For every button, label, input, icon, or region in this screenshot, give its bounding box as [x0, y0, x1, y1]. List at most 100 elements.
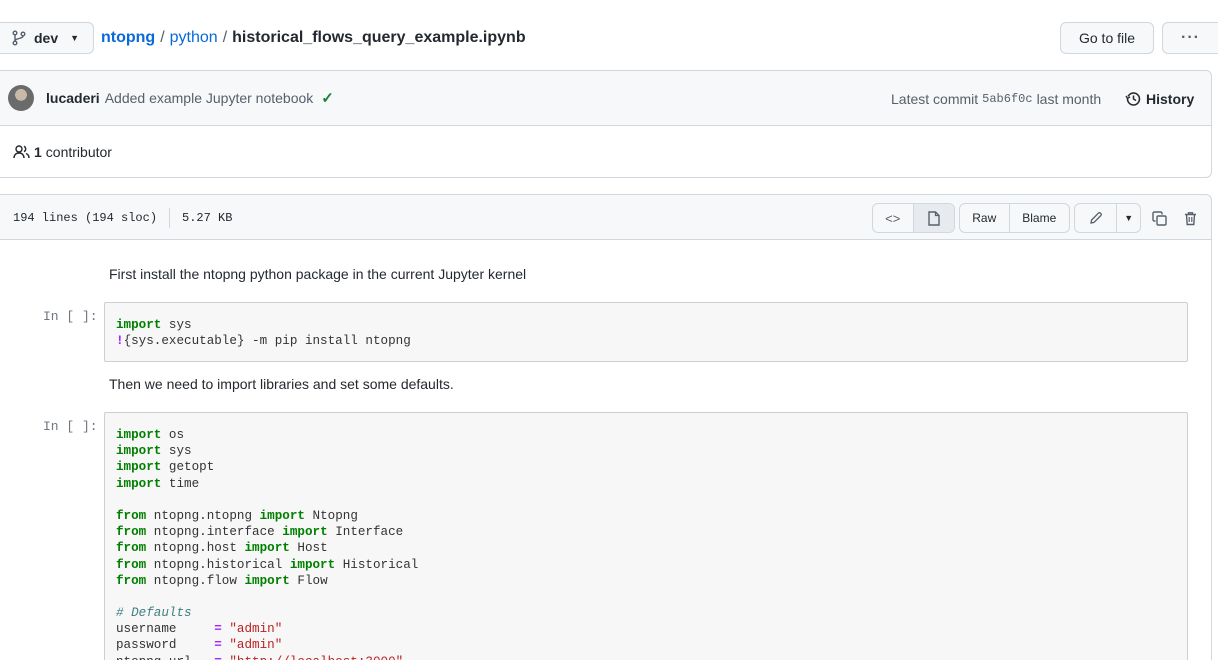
contributors-row[interactable]: 1 contributor: [0, 126, 1211, 178]
code-icon: <>: [885, 210, 901, 226]
code-line: username = "admin": [116, 621, 1176, 637]
people-icon: [13, 145, 30, 159]
breadcrumb-file-name: historical_flows_query_example.ipynb: [232, 29, 526, 46]
code-token: Interface: [327, 525, 404, 540]
code-token: import: [116, 428, 162, 442]
code-token: from: [116, 573, 147, 588]
code-token: =: [214, 655, 222, 660]
code-token: ntopng.historical: [146, 557, 290, 572]
code-token: "admin": [229, 622, 283, 637]
go-to-file-button[interactable]: Go to file: [1060, 22, 1154, 54]
code-token: username: [116, 622, 215, 637]
raw-blame-group: Raw Blame: [959, 203, 1070, 233]
file-navigation: dev ▼ ntopng / python / historical_flows…: [0, 22, 1218, 54]
code-token: import: [116, 318, 162, 332]
file-info: 194 lines (194 sloc) 5.27 KB: [13, 195, 232, 241]
commit-time: last month: [1036, 90, 1102, 107]
copy-icon: [1151, 210, 1167, 226]
notebook-body: First install the ntopng python package …: [0, 240, 1212, 660]
code-line: password = "admin": [116, 637, 1176, 653]
code-line: !{sys.executable} -m pip install ntopng: [116, 333, 1176, 349]
code-token: ntopng.flow: [146, 573, 245, 588]
avatar[interactable]: [8, 85, 34, 111]
history-icon: [1125, 91, 1141, 106]
code-token: Historical: [335, 557, 419, 572]
pencil-icon: [1089, 212, 1102, 224]
code-token: ntopng.ntopng: [146, 508, 260, 523]
commit-message-link[interactable]: Added example Jupyter notebook: [105, 90, 314, 106]
chevron-down-icon: ▼: [1124, 213, 1134, 223]
more-options-button[interactable]: ···: [1162, 22, 1218, 54]
code-token: ntopng.host: [146, 541, 245, 556]
code-line: from ntopng.host import Host: [116, 540, 1176, 556]
code-line: from ntopng.interface import Interface: [116, 524, 1176, 540]
code-token: sys: [161, 444, 192, 459]
history-label: History: [1146, 90, 1195, 107]
file-size: 5.27 KB: [182, 211, 233, 225]
raw-button[interactable]: Raw: [960, 204, 1010, 232]
view-toggle-group: <>: [872, 203, 955, 233]
markdown-cell: Then we need to import libraries and set…: [109, 376, 454, 392]
code-token: from: [116, 557, 147, 572]
file-icon: [928, 210, 940, 226]
code-line: import time: [116, 476, 1176, 492]
code-line: from ntopng.ntopng import Ntopng: [116, 508, 1176, 524]
code-cell: import os import sys import getopt import t…: [104, 412, 1188, 660]
file-line-count: 194 lines (194 sloc): [13, 211, 158, 225]
code-token: "http://localhost:3000": [229, 655, 403, 660]
branch-name: dev: [34, 30, 59, 46]
code-token: import: [259, 508, 305, 523]
code-token: =: [214, 638, 222, 653]
file-header: 194 lines (194 sloc) 5.27 KB <> Raw Blam…: [0, 194, 1212, 240]
code-token: import: [289, 557, 336, 572]
code-cell: import sys !{sys.executable} -m pip insta…: [104, 302, 1188, 362]
check-icon[interactable]: ✓: [321, 89, 334, 107]
code-token: {sys.executable} -m pip install ntopng: [123, 334, 411, 349]
breadcrumb-separator: /: [160, 29, 165, 46]
code-line: ntopng_url = "http://localhost:3000": [116, 654, 1176, 660]
chevron-down-icon: ▼: [70, 33, 80, 43]
display-rendered-button[interactable]: [913, 204, 954, 232]
breadcrumb-folder-link[interactable]: python: [170, 29, 218, 47]
commit-sha-link[interactable]: 5ab6f0c: [982, 92, 1032, 106]
edit-file-button[interactable]: [1075, 204, 1118, 232]
latest-commit-row: lucaderi Added example Jupyter notebook …: [0, 71, 1211, 126]
commit-author-link[interactable]: lucaderi: [46, 90, 100, 106]
code-token: from: [116, 541, 147, 556]
code-token: from: [116, 508, 147, 523]
code-token: from: [116, 525, 147, 540]
cell-prompt: In [ ]:: [43, 309, 98, 324]
code-token: getopt: [161, 460, 215, 475]
commit-box: lucaderi Added example Jupyter notebook …: [0, 70, 1212, 178]
branch-selector-button[interactable]: dev ▼: [0, 22, 94, 54]
code-token: Host: [289, 541, 328, 556]
kebab-icon: ···: [1181, 29, 1200, 46]
code-line: from ntopng.historical import Historical: [116, 557, 1176, 573]
code-token: import: [244, 541, 290, 556]
code-token: import: [116, 444, 162, 459]
code-line: import sys: [116, 443, 1176, 459]
code-token: import: [244, 573, 290, 588]
code-line: import os: [116, 427, 1176, 443]
edit-group: ▼: [1074, 203, 1141, 233]
code-token: Flow: [289, 573, 328, 588]
breadcrumb-repo-link[interactable]: ntopng: [101, 29, 155, 47]
history-button[interactable]: History: [1125, 71, 1194, 126]
copy-raw-button[interactable]: [1147, 203, 1171, 233]
display-source-button[interactable]: <>: [873, 204, 914, 232]
code-line: from ntopng.flow import Flow: [116, 573, 1176, 589]
blame-button[interactable]: Blame: [1010, 204, 1069, 232]
breadcrumb: ntopng / python / historical_flows_query…: [101, 22, 526, 54]
contributor-label: contributor: [45, 144, 112, 160]
breadcrumb-separator: /: [222, 29, 228, 46]
code-token: import: [116, 476, 162, 491]
edit-dropdown-button[interactable]: ▼: [1117, 204, 1140, 232]
code-token: ntopng.interface: [146, 525, 283, 540]
code-line: import getopt: [116, 459, 1176, 475]
delete-file-button[interactable]: [1178, 203, 1202, 233]
code-token: import: [116, 460, 162, 475]
code-line: # Defaults: [116, 605, 1176, 621]
divider: [169, 208, 171, 228]
